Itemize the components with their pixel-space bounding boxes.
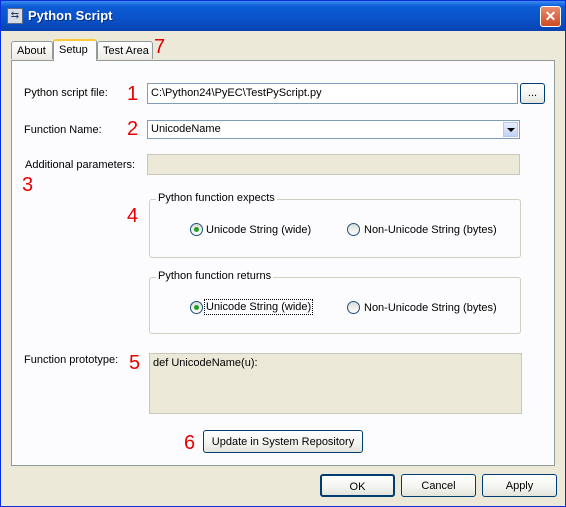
annotation-7: 7	[154, 36, 166, 58]
additional-params-input[interactable]	[147, 154, 520, 175]
annotation-4: 4	[127, 205, 139, 227]
annotation-2: 2	[127, 118, 139, 140]
tab-test-area[interactable]: Test Area	[97, 41, 153, 59]
function-name-value: UnicodeName	[151, 123, 221, 135]
script-file-label: Python script file:	[24, 87, 108, 99]
tab-about[interactable]: About	[11, 41, 53, 59]
prototype-box: def UnicodeName(u):	[149, 353, 522, 414]
tab-setup[interactable]: Setup	[53, 39, 97, 61]
annotation-5: 5	[129, 352, 141, 374]
apply-button[interactable]: Apply	[482, 474, 557, 497]
expects-bytes-label[interactable]: Non-Unicode String (bytes)	[364, 224, 497, 236]
browse-button[interactable]: ...	[520, 83, 545, 104]
script-file-input[interactable]: C:\Python24\PyEC\TestPyScript.py	[147, 83, 518, 104]
cancel-button[interactable]: Cancel	[401, 474, 476, 497]
annotation-1: 1	[127, 83, 139, 105]
returns-unicode-label[interactable]: Unicode String (wide)	[203, 299, 314, 315]
annotation-3: 3	[22, 174, 34, 196]
expects-group: Python function expects Unicode String (…	[149, 192, 521, 258]
returns-group-title: Python function returns	[156, 270, 274, 282]
additional-params-label: Additional parameters:	[25, 159, 136, 171]
returns-bytes-radio[interactable]	[347, 301, 360, 314]
close-button[interactable]: ✕	[540, 6, 561, 27]
ok-button[interactable]: OK	[320, 474, 395, 497]
prototype-label: Function prototype:	[24, 354, 119, 366]
returns-group: Python function returns Unicode String (…	[149, 270, 521, 334]
app-icon: ⇆	[7, 8, 23, 24]
returns-unicode-radio[interactable]	[190, 301, 203, 314]
window-title: Python Script	[28, 8, 113, 23]
setup-panel: Python script file: 1 C:\Python24\PyEC\T…	[11, 60, 555, 466]
function-name-label: Function Name:	[24, 124, 102, 136]
chevron-down-icon[interactable]	[503, 122, 518, 137]
annotation-6: 6	[184, 432, 196, 454]
title-bar[interactable]: ⇆ Python Script ✕	[1, 1, 565, 31]
function-name-select[interactable]: UnicodeName	[147, 120, 520, 139]
python-script-window: ⇆ Python Script ✕ About Setup Test Area …	[0, 0, 566, 507]
expects-unicode-label[interactable]: Unicode String (wide)	[206, 224, 311, 236]
returns-bytes-label[interactable]: Non-Unicode String (bytes)	[364, 302, 497, 314]
expects-unicode-radio[interactable]	[190, 223, 203, 236]
expects-bytes-radio[interactable]	[347, 223, 360, 236]
update-repository-button[interactable]: Update in System Repository	[203, 430, 363, 453]
expects-group-title: Python function expects	[156, 192, 277, 204]
